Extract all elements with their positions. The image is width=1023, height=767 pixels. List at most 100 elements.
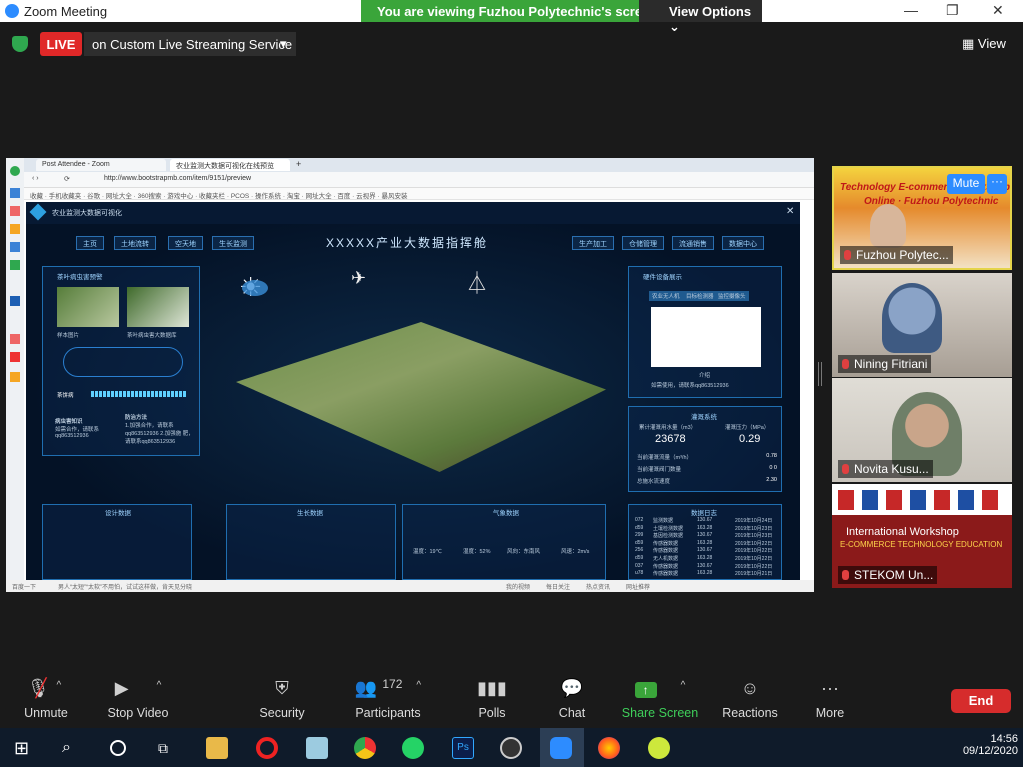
nav-left-3[interactable]: 生长监测	[212, 236, 254, 250]
chat-icon: 💬	[560, 678, 584, 698]
windows-start-icon[interactable]: ⊞	[14, 737, 36, 759]
bookmark[interactable]: 网址大全	[106, 193, 132, 200]
participant-name-text: Fuzhou Polytec...	[856, 248, 949, 262]
bookmark[interactable]: 网址大全	[306, 193, 332, 200]
unmute-button[interactable]: 🎙╱ ^ Unmute	[6, 678, 86, 720]
encryption-shield-icon[interactable]	[12, 36, 28, 52]
data-log-cell: 072	[635, 517, 644, 523]
nav-left-0[interactable]: 主页	[76, 236, 104, 250]
opera-icon[interactable]	[256, 737, 278, 759]
more-options-icon[interactable]: ···	[987, 174, 1007, 194]
cortana-icon[interactable]	[110, 740, 126, 756]
avatar	[870, 204, 906, 248]
windows-taskbar: ⊞ ⌕ ⧉ Ps 14:56 09/12/2020	[0, 728, 1023, 767]
zoom-icon[interactable]	[550, 737, 572, 759]
hw-tab-0[interactable]: 农业无人机	[649, 291, 683, 301]
prevention-text: 1.加强合作，请联系 qq863512936 2.加强施 肥，请联系qq8635…	[125, 423, 194, 445]
refresh-icon[interactable]: ⟳	[64, 175, 70, 183]
view-options-button[interactable]: View Options ⌄	[639, 0, 762, 34]
prev-arrow-button[interactable]	[242, 280, 268, 296]
status-item[interactable]: 我的视频	[506, 582, 530, 591]
hw-tab-2[interactable]: 监控摄像头	[715, 291, 749, 301]
bookmark-list[interactable]: 收藏 · 手机收藏夹 · 谷歌 · 网址大全 · 360搜索 · 游戏中心 · …	[30, 190, 407, 200]
notepad-icon[interactable]	[306, 737, 328, 759]
maximize-icon[interactable]: ❐	[946, 2, 959, 19]
new-tab-icon[interactable]: +	[296, 159, 301, 169]
close-icon[interactable]: ✕	[992, 2, 1004, 19]
back-icon[interactable]: ‹ ›	[32, 175, 39, 182]
bookmark[interactable]: 游戏中心	[167, 193, 193, 200]
hw-tab-1[interactable]: 目标检测器	[683, 291, 717, 301]
participant-count: 172	[382, 677, 403, 691]
participant-name: STEKOM Un...	[838, 566, 938, 584]
bookmark[interactable]: 操作系统	[255, 193, 281, 200]
live-stream-dropdown[interactable]: on Custom Live Streaming Service ▾	[84, 32, 296, 56]
bookmark[interactable]: 百度	[337, 193, 350, 200]
nav-right-1[interactable]: 仓储管理	[622, 236, 664, 250]
status-item[interactable]: 男人“太短”“太软”不用怕，试试这样做，肯天见分晓	[58, 582, 192, 591]
participant-tile-3[interactable]: International Workshop E-COMMERCE TECHNO…	[832, 484, 1012, 588]
mic-muted-icon	[842, 570, 849, 580]
chrome-icon[interactable]	[354, 737, 376, 759]
irrigation-row-1: 当前灌溉阀门数量 0 0	[637, 465, 777, 473]
data-log-cell: d59	[635, 555, 644, 561]
status-item[interactable]: 每日关注	[546, 582, 570, 591]
bookmark[interactable]: 收藏夹栏	[199, 193, 225, 200]
status-item[interactable]: 网址推荐	[626, 582, 650, 591]
view-button[interactable]: ▦ View	[962, 32, 1020, 56]
disease-name: 茶饼病	[57, 393, 74, 399]
task-view-icon[interactable]: ⧉	[158, 737, 180, 759]
firefox-icon[interactable]	[598, 737, 620, 759]
file-explorer-icon[interactable]	[206, 737, 228, 759]
polls-button[interactable]: ▮▮▮ Polls	[452, 678, 532, 720]
more-button[interactable]: ··· More	[790, 678, 870, 720]
chat-button[interactable]: 💬 Chat	[532, 678, 612, 720]
share-screen-button[interactable]: ↑ ^ Share Screen	[620, 678, 700, 720]
nav-left-1[interactable]: 土地流转	[114, 236, 156, 250]
participant-tile-2[interactable]: Novita Kusu...	[832, 378, 1012, 482]
data-log-cell: 2019年10月22日	[735, 540, 773, 547]
bookmark[interactable]: PCOS	[231, 193, 249, 200]
browser-tab-zoom[interactable]: Post Attendee - Zoom	[36, 159, 166, 171]
data-log-cell: 2019年10月21日	[735, 571, 773, 578]
chevron-down-icon: ⌄	[669, 19, 680, 34]
browser-tab-dashboard[interactable]: 农业监测大数据可视化在线预览	[170, 159, 290, 171]
system-clock[interactable]: 14:56 09/12/2020	[960, 733, 1018, 757]
minimize-icon[interactable]: —	[904, 2, 918, 18]
close-preview-icon[interactable]: ✕	[786, 206, 794, 217]
prevention-box: 防治方法 1.加强合作，请联系 qq863512936 2.加强施 肥，请联系qq…	[125, 413, 197, 445]
stop-video-button[interactable]: ▶ ^ Stop Video	[98, 678, 178, 720]
nav-left-2[interactable]: 空天地	[168, 236, 203, 250]
participants-button[interactable]: 👥 172 ^ Participants	[348, 677, 428, 720]
status-item[interactable]: 百度一下	[12, 582, 36, 591]
url-field[interactable]: http://www.bootstrapmb.com/item/9151/pre…	[104, 175, 574, 182]
reactions-button[interactable]: ☺ Reactions	[710, 678, 790, 720]
bookmark[interactable]: 云视界	[356, 193, 376, 200]
participant-tile-0[interactable]: Technology E-commerce Workshop Online · …	[832, 166, 1012, 270]
data-log-cell: 土壤检测数据	[653, 525, 684, 532]
bookmark[interactable]: 手机收藏夹	[49, 193, 82, 200]
bookmark[interactable]: 谷歌	[87, 193, 100, 200]
row-value: 2.30	[766, 477, 777, 483]
search-icon[interactable]: ⌕	[62, 737, 84, 759]
status-item[interactable]: 热点资讯	[586, 582, 610, 591]
photoshop-icon[interactable]: Ps	[452, 737, 474, 759]
bookmark[interactable]: 360搜索	[138, 193, 162, 200]
security-button[interactable]: ⛨ Security	[242, 678, 322, 720]
bookmark[interactable]: 淘宝	[287, 193, 300, 200]
participant-tile-1[interactable]: Nining Fitriani	[832, 273, 1012, 377]
nav-right-3[interactable]: 数据中心	[722, 236, 764, 250]
obs-icon[interactable]	[500, 737, 522, 759]
whatsapp-icon[interactable]	[402, 737, 424, 759]
panel-resize-handle[interactable]	[818, 362, 822, 386]
mute-button[interactable]: Mute	[947, 174, 985, 194]
view-options-label: View Options	[669, 4, 752, 19]
dashboard-header: 农业监测大数据可视化 ✕	[26, 202, 800, 224]
nav-right-0[interactable]: 生产加工	[572, 236, 614, 250]
mic-muted-icon	[842, 464, 849, 474]
pen-app-icon[interactable]	[648, 737, 670, 759]
bookmark[interactable]: 暴风安装	[381, 193, 407, 200]
bookmark[interactable]: 收藏	[30, 193, 43, 200]
end-meeting-button[interactable]: End	[951, 689, 1011, 713]
nav-right-2[interactable]: 流通销售	[672, 236, 714, 250]
